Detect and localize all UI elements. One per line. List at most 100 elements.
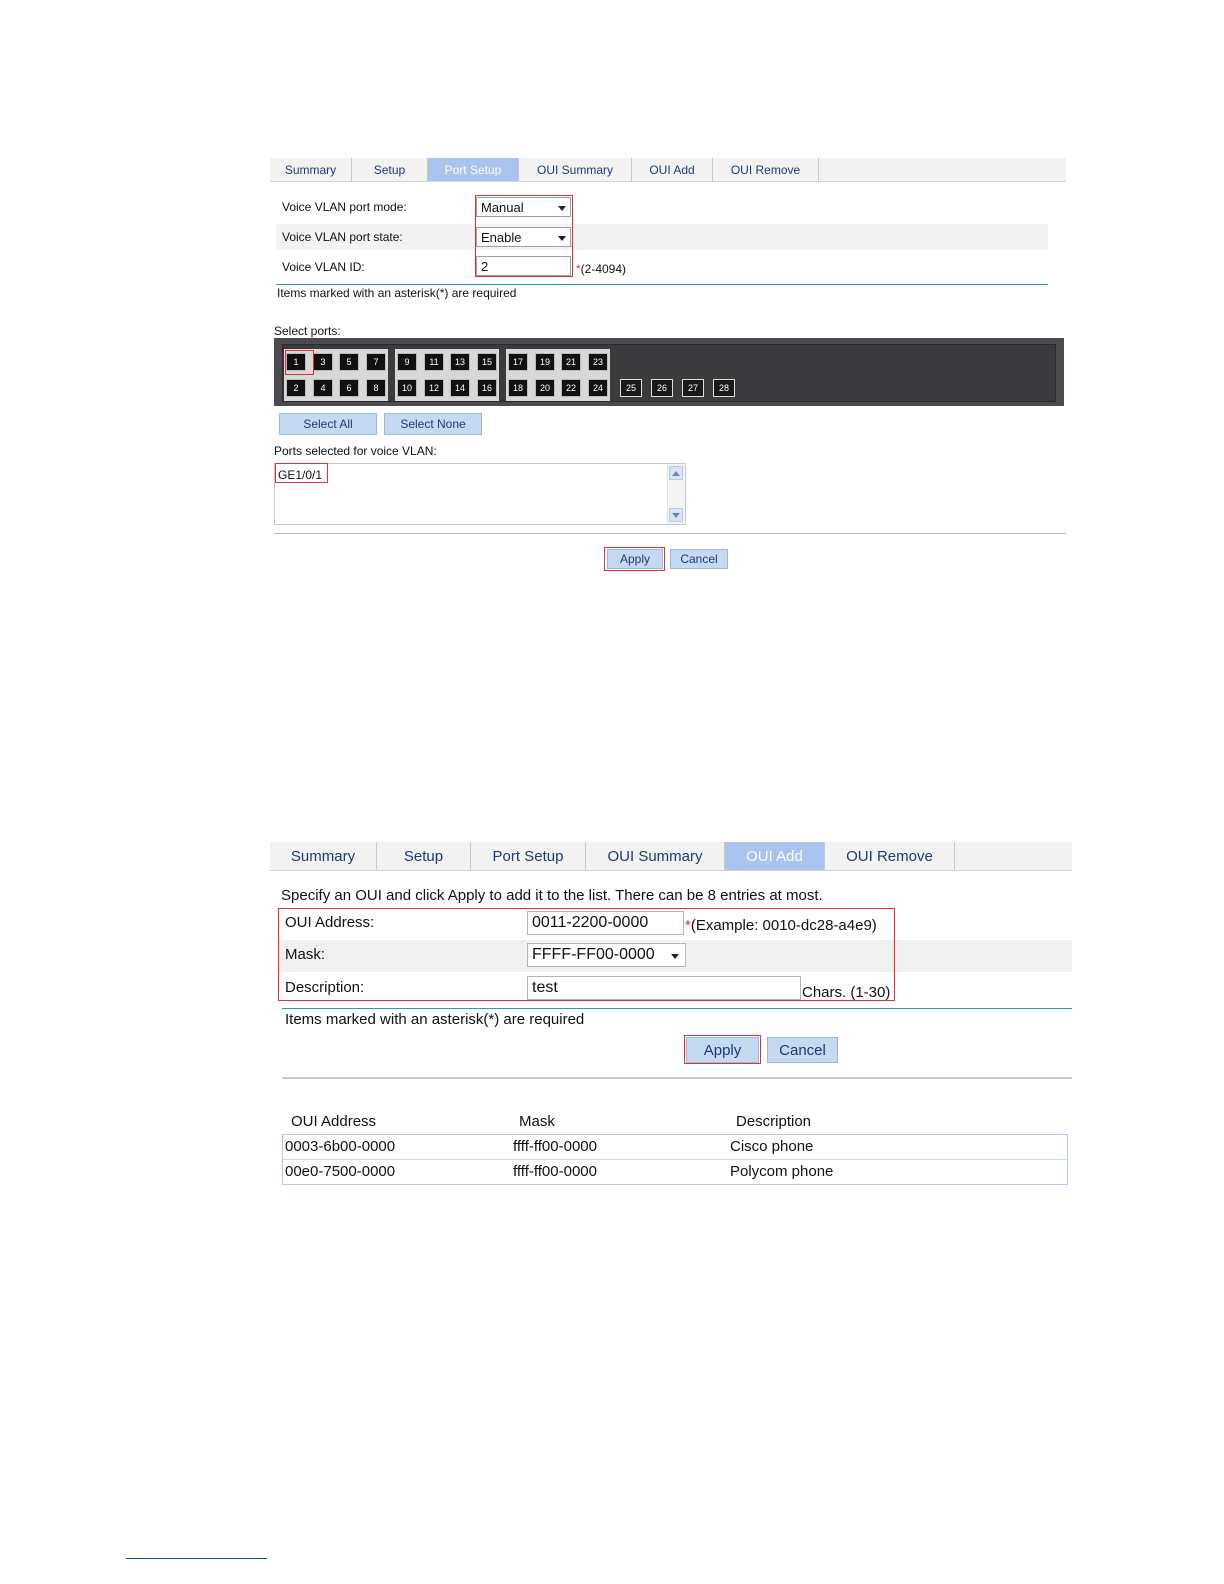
port-3[interactable]: 3 <box>313 353 333 371</box>
port-mode-value: Manual <box>481 200 524 215</box>
tab-oui-remove[interactable]: OUI Remove <box>713 158 819 181</box>
tab-bar: Summary Setup Port Setup OUI Summary OUI… <box>270 158 1066 182</box>
tab-summary[interactable]: Summary <box>270 842 377 870</box>
port-6[interactable]: 6 <box>339 379 359 397</box>
vlan-id-range: (2-4094) <box>580 262 627 276</box>
apply-button[interactable]: Apply <box>686 1037 759 1063</box>
port-28[interactable]: 28 <box>713 379 735 397</box>
description-value: test <box>532 979 558 996</box>
port-5[interactable]: 5 <box>339 353 359 371</box>
oui-address-hint: *(Example: 0010-dc28-a4e9) <box>685 917 877 934</box>
port-26[interactable]: 26 <box>651 379 673 397</box>
vlan-id-input[interactable]: 2 <box>476 256 571 276</box>
port-13[interactable]: 13 <box>450 353 470 371</box>
port-1[interactable]: 1 <box>286 353 306 371</box>
select-ports-label: Select ports: <box>274 324 341 338</box>
chevron-down-icon <box>558 236 566 241</box>
port-19[interactable]: 19 <box>535 353 555 371</box>
port-20[interactable]: 20 <box>535 379 555 397</box>
port-25[interactable]: 25 <box>620 379 642 397</box>
vlan-id-row: Voice VLAN ID: <box>276 254 1048 280</box>
port-8[interactable]: 8 <box>366 379 386 397</box>
tab-oui-summary[interactable]: OUI Summary <box>586 842 725 870</box>
cancel-button[interactable]: Cancel <box>670 549 728 569</box>
port-12[interactable]: 12 <box>424 379 444 397</box>
chevron-down-icon <box>671 954 679 959</box>
footnote-rule <box>126 1558 267 1559</box>
tab-summary[interactable]: Summary <box>270 158 352 181</box>
oui-address-input[interactable]: 0011-2200-0000 <box>527 911 684 935</box>
description-hint: Chars. (1-30) <box>802 984 891 1001</box>
description-input[interactable]: test <box>527 976 801 1000</box>
column-header-description: Description <box>736 1113 812 1130</box>
port-10[interactable]: 10 <box>397 379 417 397</box>
oui-example: (Example: 0010-dc28-a4e9) <box>690 917 877 934</box>
mask-select[interactable]: FFFF-FF00-0000 <box>527 943 686 967</box>
vlan-id-label: Voice VLAN ID: <box>282 260 365 274</box>
tab-setup[interactable]: Setup <box>352 158 428 181</box>
table-cell-oui: 0003-6b00-0000 <box>285 1138 396 1155</box>
oui-address-label: OUI Address: <box>285 914 375 931</box>
tab-port-setup[interactable]: Port Setup <box>471 842 586 870</box>
tab-oui-remove[interactable]: OUI Remove <box>825 842 955 870</box>
port-7[interactable]: 7 <box>366 353 386 371</box>
vlan-id-value: 2 <box>481 259 489 274</box>
tab-oui-summary[interactable]: OUI Summary <box>519 158 632 181</box>
vlan-id-hint: *(2-4094) <box>576 262 626 276</box>
table-cell-oui: 00e0-7500-0000 <box>285 1163 396 1180</box>
port-state-label: Voice VLAN port state: <box>282 230 403 244</box>
required-note: Items marked with an asterisk(*) are req… <box>277 286 517 300</box>
port-23[interactable]: 23 <box>588 353 608 371</box>
port-2[interactable]: 2 <box>286 379 306 397</box>
select-all-button[interactable]: Select All <box>279 413 377 435</box>
port-mode-label: Voice VLAN port mode: <box>282 200 407 214</box>
column-header-oui-address: OUI Address <box>291 1113 377 1130</box>
port-state-select[interactable]: Enable <box>476 227 571 247</box>
ports-selected-label: Ports selected for voice VLAN: <box>274 444 437 458</box>
table-row[interactable]: 0003-6b00-0000 ffff-ff00-0000 Cisco phon… <box>283 1135 1067 1159</box>
port-state-row: Voice VLAN port state: <box>276 224 1048 250</box>
table-cell-mask: ffff-ff00-0000 <box>513 1138 597 1155</box>
port-21[interactable]: 21 <box>561 353 581 371</box>
table-cell-description: Cisco phone <box>730 1138 814 1155</box>
table-cell-description: Polycom phone <box>730 1163 834 1180</box>
scrollbar[interactable] <box>667 464 685 524</box>
port-27[interactable]: 27 <box>682 379 704 397</box>
table-cell-mask: ffff-ff00-0000 <box>513 1163 597 1180</box>
port-15[interactable]: 15 <box>477 353 497 371</box>
chevron-down-icon <box>558 206 566 211</box>
divider <box>282 1008 1072 1009</box>
tab-oui-add[interactable]: OUI Add <box>632 158 713 181</box>
port-16[interactable]: 16 <box>477 379 497 397</box>
oui-table: 0003-6b00-0000 ffff-ff00-0000 Cisco phon… <box>282 1134 1068 1185</box>
port-17[interactable]: 17 <box>508 353 528 371</box>
port-state-value: Enable <box>481 230 522 245</box>
scroll-down-icon[interactable] <box>669 508 683 522</box>
apply-button[interactable]: Apply <box>607 549 663 569</box>
port-4[interactable]: 4 <box>313 379 333 397</box>
port-14[interactable]: 14 <box>450 379 470 397</box>
port-mode-select[interactable]: Manual <box>476 197 571 217</box>
list-item: GE1/0/1 <box>278 468 323 482</box>
divider <box>282 1077 1072 1079</box>
tab-setup[interactable]: Setup <box>377 842 471 870</box>
port-11[interactable]: 11 <box>424 353 444 371</box>
port-mode-row: Voice VLAN port mode: <box>276 194 1048 220</box>
port-18[interactable]: 18 <box>508 379 528 397</box>
select-none-button[interactable]: Select None <box>384 413 482 435</box>
tab-port-setup[interactable]: Port Setup <box>428 158 519 181</box>
tab-oui-add[interactable]: OUI Add <box>725 842 825 870</box>
column-header-mask: Mask <box>519 1113 555 1130</box>
scroll-up-icon[interactable] <box>669 466 683 480</box>
cancel-button[interactable]: Cancel <box>767 1037 838 1063</box>
divider <box>274 533 1066 534</box>
mask-label: Mask: <box>285 946 326 963</box>
ports-selected-list[interactable]: GE1/0/1 <box>274 463 686 525</box>
port-24[interactable]: 24 <box>588 379 608 397</box>
intro-text: Specify an OUI and click Apply to add it… <box>281 887 823 904</box>
mask-value: FFFF-FF00-0000 <box>532 946 655 963</box>
port-9[interactable]: 9 <box>397 353 417 371</box>
required-note: Items marked with an asterisk(*) are req… <box>285 1011 585 1028</box>
port-22[interactable]: 22 <box>561 379 581 397</box>
table-row[interactable]: 00e0-7500-0000 ffff-ff00-0000 Polycom ph… <box>283 1159 1067 1184</box>
